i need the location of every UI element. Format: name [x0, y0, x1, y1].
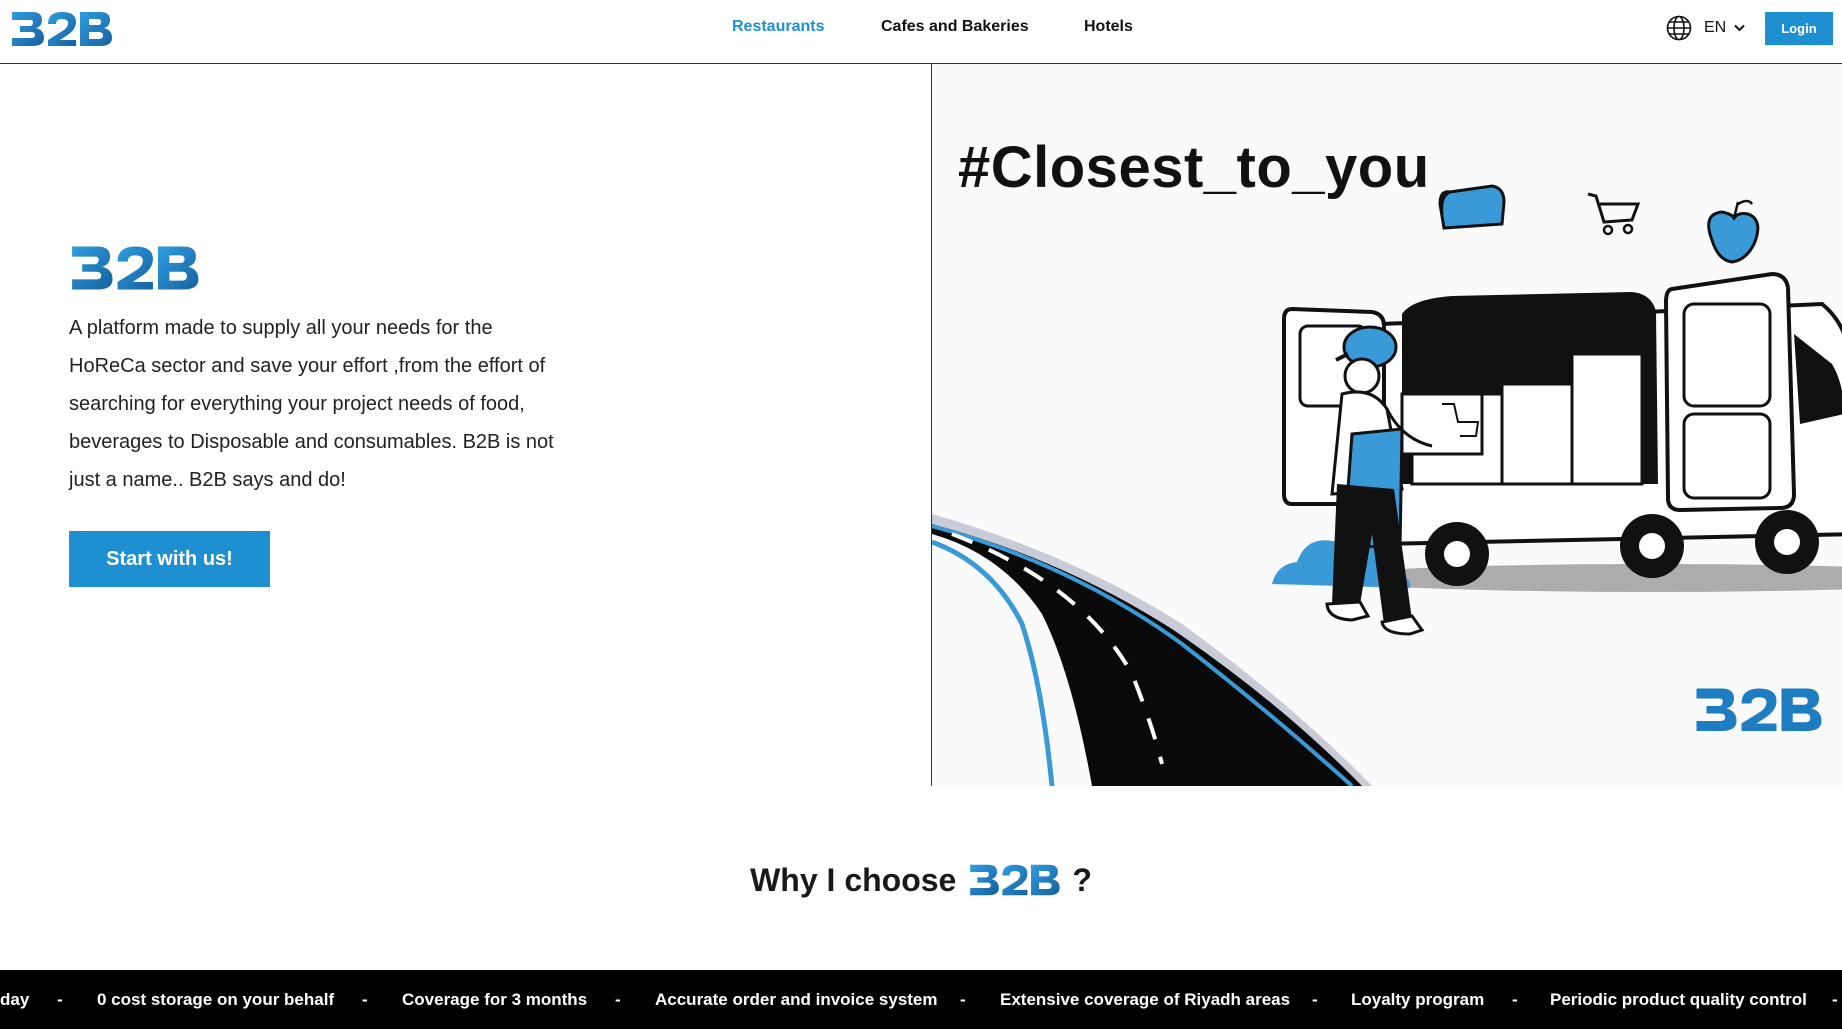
ticker-separator: - — [1512, 990, 1518, 1009]
hero-description: A platform made to supply all your needs… — [69, 317, 554, 491]
ticker-track: day - 0 cost storage on your behalf - Co… — [0, 970, 1842, 1029]
ticker-separator: - — [960, 990, 966, 1009]
why-title-suffix: ? — [1072, 861, 1092, 898]
hero-illustration: #Closest_to_you — [932, 64, 1842, 786]
ticker-separator: - — [362, 990, 368, 1009]
language-selector[interactable]: EN — [1666, 14, 1745, 42]
why-choose-heading: Why I choose ? — [0, 850, 1842, 910]
ticker-item: day — [0, 990, 30, 1009]
nav-hotels[interactable]: Hotels — [1084, 18, 1133, 36]
ticker-item: Coverage for 3 months — [402, 990, 588, 1009]
b2b-hero-logo — [72, 246, 199, 290]
ticker-item: 0 cost storage on your behalf — [97, 990, 335, 1009]
b2b-inline-logo — [970, 864, 1060, 896]
chevron-down-icon — [1734, 24, 1745, 32]
ticker-item: Extensive coverage of Riyadh areas — [1000, 990, 1291, 1009]
nav-restaurants[interactable]: Restaurants — [732, 18, 824, 36]
site-header: Restaurants Cafes and Bakeries Hotels EN… — [0, 0, 1842, 64]
b2b-watermark-logo — [1696, 688, 1822, 731]
login-button[interactable]: Login — [1765, 12, 1833, 45]
main-nav: Restaurants Cafes and Bakeries Hotels — [0, 18, 1842, 42]
ticker-item: Loyalty program — [1351, 990, 1485, 1009]
why-title-prefix: Why I choose — [750, 861, 957, 898]
features-ticker: day - 0 cost storage on your behalf - Co… — [0, 970, 1842, 1029]
ticker-separator: - — [57, 990, 63, 1009]
hero-hashtag: #Closest_to_you — [958, 135, 1430, 200]
language-label: EN — [1704, 19, 1727, 36]
ticker-item: Periodic product quality control — [1550, 990, 1807, 1009]
start-with-us-button[interactable]: Start with us! — [69, 531, 270, 587]
nav-cafes-bakeries[interactable]: Cafes and Bakeries — [881, 18, 1029, 36]
ticker-item: Accurate order and invoice system — [655, 990, 938, 1009]
globe-icon — [1666, 15, 1692, 41]
ticker-separator: - — [1312, 990, 1318, 1009]
ticker-separator: - — [615, 990, 621, 1009]
hero-section: A platform made to supply all your needs… — [0, 64, 1842, 786]
ticker-separator: - — [1832, 990, 1838, 1009]
hero-text-panel: A platform made to supply all your needs… — [0, 64, 932, 786]
